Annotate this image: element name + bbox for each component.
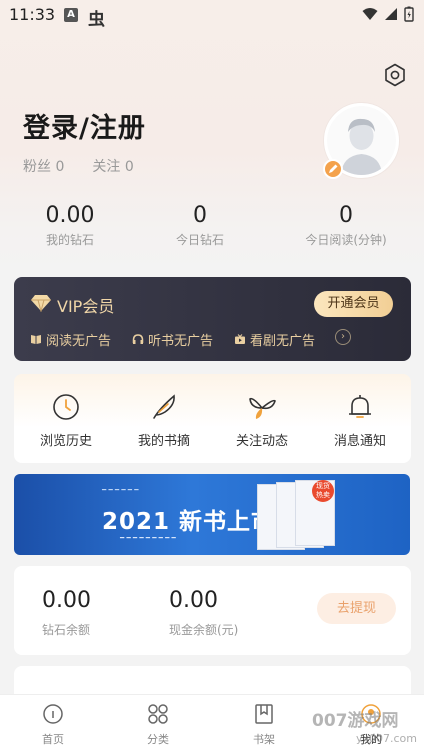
following-stat[interactable]: 关注 0 xyxy=(92,156,133,176)
clock-icon xyxy=(53,394,79,420)
vip-feature-listening: 听书无广告 xyxy=(132,330,213,349)
hot-sale-badge: 现货 热卖 xyxy=(312,480,334,502)
banner-title: 2021 新书上市 xyxy=(102,509,276,535)
menu-label: 我的书摘 xyxy=(137,434,190,449)
settings-gear-icon[interactable] xyxy=(383,63,407,87)
tab-category[interactable]: 分类 xyxy=(128,703,188,747)
stat-value: 0 xyxy=(193,203,207,228)
grid-icon xyxy=(148,704,168,724)
status-time: 11:33 xyxy=(9,5,56,24)
cash-balance-value: 0.00 xyxy=(169,588,218,613)
menu-browse-history[interactable]: 浏览历史 xyxy=(26,392,106,449)
vip-more-arrow-icon[interactable]: › xyxy=(335,329,351,345)
headphones-icon xyxy=(132,334,144,344)
tab-label: 首页 xyxy=(42,733,64,746)
watermark-text: 007游戏网 xyxy=(312,711,399,731)
promo-banner[interactable]: ━ ━ ━ ━ ━ ━ 2021 新书上市 ━ ━ ━ ━ ━ ━ ━ ━ ━ … xyxy=(14,474,410,555)
menu-label: 浏览历史 xyxy=(39,434,92,449)
home-icon xyxy=(43,704,63,724)
fans-stat[interactable]: 粉丝 0 xyxy=(23,156,64,176)
stat-label: 今日钻石 xyxy=(175,233,224,247)
vip-title: VIP会员 xyxy=(57,297,115,316)
status-bar: 11:33 A 虫 xyxy=(0,0,424,30)
edit-avatar-button[interactable] xyxy=(323,159,343,179)
diamond-balance-label: 钻石余额 xyxy=(42,623,91,637)
banner-decoration: ━ ━ ━ ━ ━ ━ xyxy=(102,486,139,494)
leaf-icon xyxy=(249,397,276,419)
withdraw-button[interactable]: 去提现 xyxy=(317,593,396,624)
vip-feature-label: 阅读无广告 xyxy=(46,334,112,349)
stat-value: 0.00 xyxy=(45,203,95,228)
stat-today-reading[interactable]: 0 今日阅读(分钟) xyxy=(296,203,396,248)
fans-label: 粉丝 xyxy=(23,159,51,175)
profile-page: 11:33 A 虫 登录/注册 粉丝 0 关注 0 0.00 我的钻石 0 今日… xyxy=(0,0,424,753)
cash-balance-label: 现金余额(元) xyxy=(169,623,239,637)
tab-bookshelf[interactable]: 书架 xyxy=(234,703,294,747)
banner-decoration: ━ ━ ━ ━ ━ ━ ━ ━ ━ xyxy=(120,534,176,542)
bookmark-icon xyxy=(255,704,273,724)
stat-value: 0 xyxy=(339,203,353,228)
battery-icon xyxy=(404,6,414,22)
book-icon xyxy=(31,335,41,344)
quick-menu: 浏览历史 我的书摘 关注动态 消息通知 xyxy=(14,374,411,463)
status-icons xyxy=(362,6,414,22)
stat-label: 我的钻石 xyxy=(45,233,94,247)
fans-count: 0 xyxy=(55,159,65,175)
diamond-icon xyxy=(31,295,51,312)
notification-a-icon: A xyxy=(64,8,78,22)
wallet-card: 0.00 钻石余额 0.00 现金余额(元) 去提现 xyxy=(14,566,411,655)
feather-icon xyxy=(153,394,175,419)
stats-row: 0.00 我的钻石 0 今日钻石 0 今日阅读(分钟) xyxy=(0,203,424,259)
menu-notifications[interactable]: 消息通知 xyxy=(320,392,400,449)
stat-label: 今日阅读(分钟) xyxy=(305,233,387,247)
bell-icon xyxy=(349,395,371,418)
menu-my-excerpts[interactable]: 我的书摘 xyxy=(124,392,204,449)
tab-label: 分类 xyxy=(147,733,169,746)
pencil-icon xyxy=(329,164,338,173)
vip-card[interactable]: VIP会员 开通会员 阅读无广告 听书无广告 看剧无广告 › xyxy=(14,277,411,361)
vip-feature-label: 看剧无广告 xyxy=(250,334,316,349)
open-vip-button[interactable]: 开通会员 xyxy=(314,291,393,317)
tv-icon xyxy=(235,334,245,344)
vip-feature-video: 看剧无广告 xyxy=(234,330,315,349)
vip-feature-label: 听书无广告 xyxy=(148,334,214,349)
menu-follow-updates[interactable]: 关注动态 xyxy=(222,392,302,449)
signal-icon xyxy=(385,8,397,20)
stat-today-diamonds[interactable]: 0 今日钻石 xyxy=(160,203,240,248)
following-label: 关注 xyxy=(92,159,121,175)
following-count: 0 xyxy=(124,159,134,175)
login-register-link[interactable]: 登录/注册 xyxy=(23,106,146,145)
watermark-url: yx007.com xyxy=(356,732,418,745)
menu-label: 消息通知 xyxy=(333,434,386,449)
vip-feature-reading: 阅读无广告 xyxy=(30,330,111,349)
stat-my-diamonds[interactable]: 0.00 我的钻石 xyxy=(30,203,110,248)
tab-label: 书架 xyxy=(253,733,275,746)
diamond-balance-value: 0.00 xyxy=(42,588,91,613)
tab-home[interactable]: 首页 xyxy=(23,703,83,747)
menu-label: 关注动态 xyxy=(235,434,288,449)
wifi-icon xyxy=(362,8,378,20)
notification-app-icon: 虫 xyxy=(88,10,105,30)
follow-stats: 粉丝 0 关注 0 xyxy=(23,156,134,176)
